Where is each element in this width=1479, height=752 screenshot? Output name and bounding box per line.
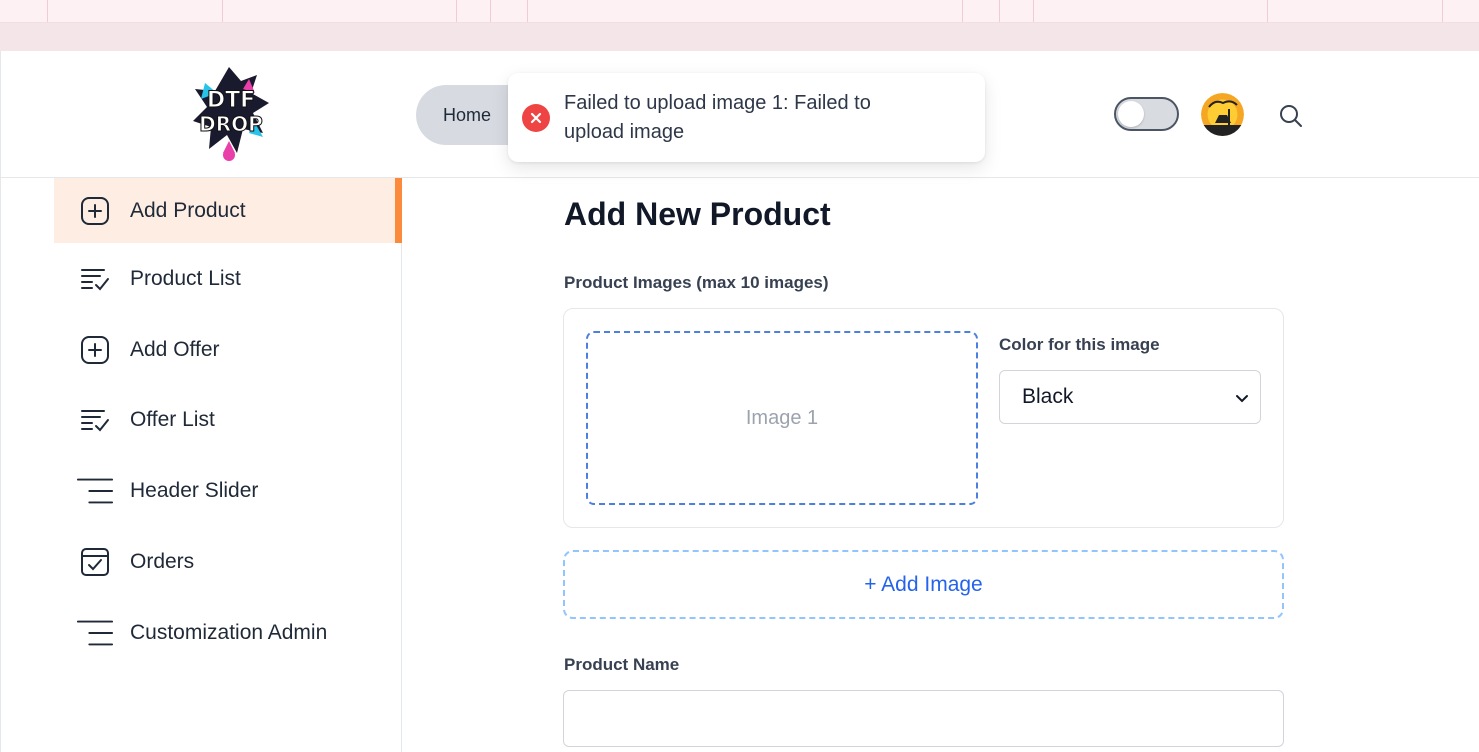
strip-divider xyxy=(490,0,491,22)
sidebar-item-label: Customization Admin xyxy=(130,620,328,644)
sidebar-item-label: Add Offer xyxy=(130,337,220,361)
strip-divider xyxy=(222,0,223,22)
color-field-label: Color for this image xyxy=(999,335,1160,354)
top-banner-strip xyxy=(0,23,1479,51)
theme-toggle[interactable] xyxy=(1114,97,1179,131)
sidebar-item-add-product[interactable]: Add Product xyxy=(54,178,402,243)
browser-top-strip xyxy=(0,0,1479,23)
strip-divider xyxy=(47,0,48,22)
menu-lines-icon xyxy=(76,474,114,508)
image-upload-dropzone[interactable]: Image 1 xyxy=(586,331,978,505)
add-image-button[interactable]: + Add Image xyxy=(563,550,1284,619)
strip-divider xyxy=(962,0,963,22)
svg-text:DROP: DROP xyxy=(199,112,263,136)
brand-logo[interactable]: DTF DROP xyxy=(189,63,273,165)
strip-divider xyxy=(999,0,1000,22)
sidebar-item-label: Product List xyxy=(130,266,241,290)
sidebar-item-label: Add Product xyxy=(130,198,246,222)
sidebar-item-offer-list[interactable]: Offer List xyxy=(54,387,402,452)
strip-divider xyxy=(1442,0,1443,22)
toast-message: Failed to upload image 1: Failed to uplo… xyxy=(564,91,871,143)
user-avatar[interactable] xyxy=(1201,93,1244,136)
menu-lines-icon xyxy=(76,616,114,650)
list-check-icon xyxy=(76,403,114,437)
sidebar-item-product-list[interactable]: Product List xyxy=(54,246,402,311)
strip-divider xyxy=(456,0,457,22)
product-name-label: Product Name xyxy=(564,655,680,674)
home-label: Home xyxy=(443,104,492,125)
image-placeholder-text: Image 1 xyxy=(745,406,819,429)
search-icon[interactable] xyxy=(1277,102,1305,130)
sidebar-item-header-slider[interactable]: Header Slider xyxy=(54,458,402,523)
error-x-icon xyxy=(522,103,550,132)
top-header: DTF DROP Home Failed to upload image 1: … xyxy=(0,51,1479,178)
sidebar-item-orders[interactable]: Orders xyxy=(54,529,402,594)
svg-text:DTF: DTF xyxy=(207,88,255,113)
strip-divider xyxy=(1267,0,1268,22)
page-title: Add New Product xyxy=(564,196,831,232)
sidebar-item-add-offer[interactable]: Add Offer xyxy=(54,317,402,382)
error-toast: Failed to upload image 1: Failed to uplo… xyxy=(508,73,985,162)
sidebar: Add Product Product List Add Offer Offer… xyxy=(0,178,402,752)
color-select-value: Black xyxy=(1022,385,1074,408)
image-slot-card: Image 1 Color for this image Black xyxy=(563,308,1284,528)
product-name-input[interactable] xyxy=(563,690,1284,747)
strip-divider xyxy=(1033,0,1034,22)
color-select[interactable]: Black xyxy=(999,370,1261,424)
calendar-check-icon xyxy=(76,545,114,579)
add-square-icon xyxy=(76,333,114,367)
product-images-label: Product Images (max 10 images) xyxy=(564,273,829,292)
sidebar-item-label: Orders xyxy=(130,549,195,573)
add-image-label: + Add Image xyxy=(864,572,983,596)
sidebar-item-label: Header Slider xyxy=(130,478,259,502)
sidebar-item-customization-admin[interactable]: Customization Admin xyxy=(54,600,402,665)
toggle-knob xyxy=(1118,101,1144,127)
strip-divider xyxy=(527,0,528,22)
sidebar-item-label: Offer List xyxy=(130,407,215,431)
chevron-down-icon xyxy=(1234,388,1250,404)
add-square-icon xyxy=(76,194,114,228)
list-check-icon xyxy=(76,262,114,296)
